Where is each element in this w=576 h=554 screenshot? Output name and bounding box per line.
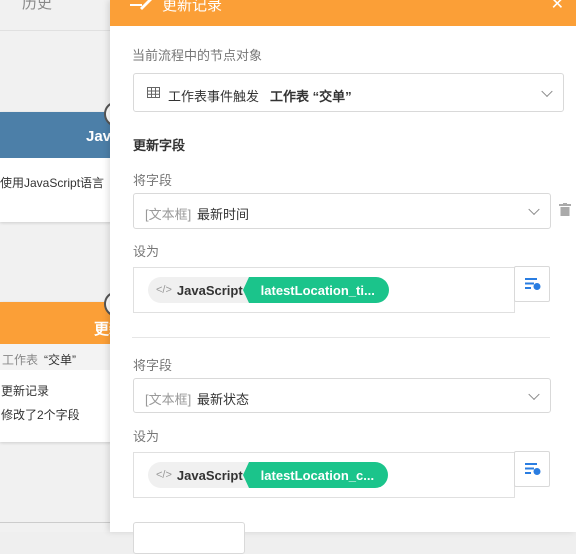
panel-title: 更新记录 [162,0,223,14]
set-label: 设为 [133,429,160,444]
chevron-down-icon [541,85,553,97]
dynamic-value-tag[interactable]: </> JavaScript latestLocation_c... [148,462,389,488]
workflow-canvas[interactable]: 历史 JavaScr 使用JavaScript语言 更新 工作表 “交单” 更新… [0,0,112,532]
add-field-button[interactable] [133,522,245,554]
update-node[interactable]: 更新 工作表 “交单” 更新记录 修改了2个字段 [0,302,112,442]
panel-header: 更新记录 ✕ [110,0,576,26]
field-list-icon [525,278,541,290]
field-list-icon [525,463,541,475]
set-label: 设为 [133,244,160,259]
insert-field-button[interactable] [514,266,550,302]
update-node-header: 更新 [0,302,112,344]
section-title: 更新字段 [133,138,186,153]
source-field-name: latestLocation_c... [242,462,389,488]
field-label: 将字段 [133,358,173,373]
javascript-node-desc: 使用JavaScript语言 [0,176,105,190]
trash-icon[interactable] [559,203,571,216]
field-value-input[interactable]: </> JavaScript latestLocation_ti... [133,267,515,313]
update-node-sheet: 工作表 “交单” [0,344,112,370]
chevron-down-icon [528,388,540,400]
node-object-label: 当前流程中的节点对象 [132,48,263,63]
update-node-line2: 修改了2个字段 [1,408,80,422]
javascript-node[interactable]: JavaScr 使用JavaScript语言 [0,112,112,222]
field-select[interactable]: [文本框] 最新状态 [133,378,551,413]
code-icon: </> [156,469,172,481]
edit-list-icon [130,0,152,10]
field-name: 最新状态 [197,392,250,407]
source-node-name: JavaScript [176,467,243,483]
field-label: 将字段 [133,173,173,188]
field-value-input[interactable]: </> JavaScript latestLocation_c... [133,452,515,498]
update-record-panel: 更新记录 ✕ 当前流程中的节点对象 工作表事件触发 工作表 “交单” 更新字段 … [110,0,576,554]
table-icon [147,87,160,98]
field-divider [132,337,550,338]
javascript-node-title: JavaScr [86,128,112,145]
chevron-down-icon [528,203,540,216]
code-icon: </> [156,284,172,296]
field-name: 最新时间 [197,207,250,222]
node-object-select[interactable]: 工作表事件触发 工作表 “交单” [133,73,564,112]
node-trigger-label: 工作表事件触发 [168,89,260,104]
dynamic-value-tag[interactable]: </> JavaScript latestLocation_ti... [148,277,389,303]
node-sheet-label: 工作表 “交单” [270,89,352,104]
source-field-name: latestLocation_ti... [242,277,389,303]
update-node-line1: 更新记录 [1,384,50,398]
tab-divider [0,30,112,31]
insert-field-button[interactable] [514,451,550,487]
field-type: [文本框] [145,207,192,222]
field-select[interactable]: [文本框] 最新时间 [133,193,551,229]
source-node-name: JavaScript [176,282,243,298]
history-tab[interactable]: 历史 [22,0,52,13]
javascript-node-header: JavaScr [0,112,112,158]
field-type: [文本框] [145,392,192,407]
close-icon[interactable]: ✕ [551,0,564,14]
